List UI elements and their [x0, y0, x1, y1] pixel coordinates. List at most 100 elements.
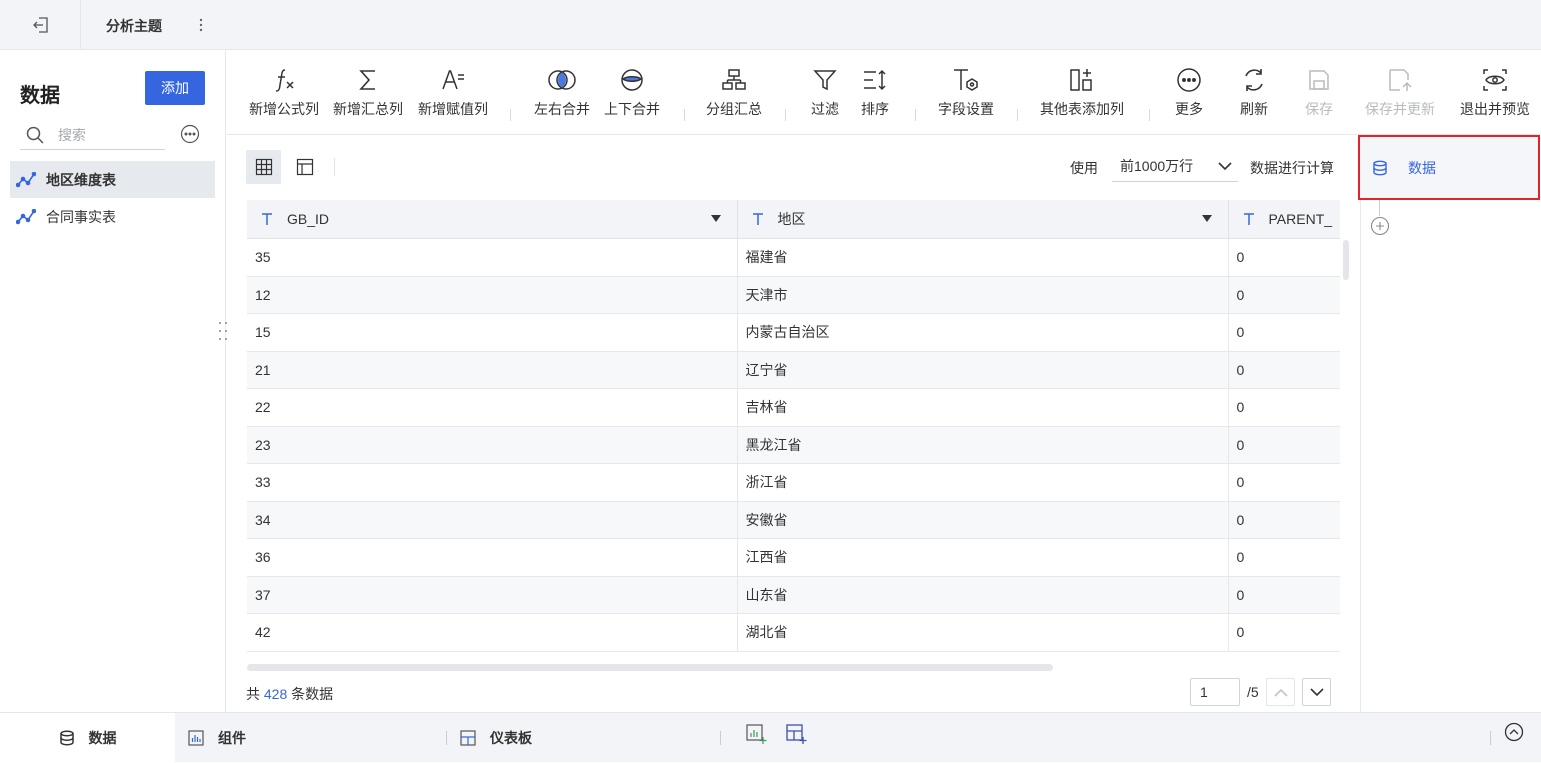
save-and-update-button[interactable]: 保存并更新: [1362, 64, 1438, 126]
add-component-button[interactable]: [744, 722, 768, 746]
layout-view-button[interactable]: [287, 150, 322, 184]
toolbar-separator: [510, 109, 511, 121]
total-count-label: 共 428 条数据: [246, 684, 333, 704]
column-header-region[interactable]: 地区: [737, 200, 1229, 239]
exit-and-preview-button[interactable]: 退出并预览: [1457, 64, 1533, 126]
region-cell: 浙江省: [737, 463, 1229, 502]
top-bottom-merge-button[interactable]: 上下合并: [600, 64, 664, 126]
parent-cell: 0: [1228, 501, 1340, 539]
text-type-icon: [752, 213, 763, 225]
table-row[interactable]: 12 天津市 0: [247, 276, 1340, 314]
save-button[interactable]: 保存: [1297, 64, 1341, 126]
gb-id-cell: 22: [247, 388, 738, 427]
table-row[interactable]: 35 福建省 0: [247, 238, 1340, 277]
parent-cell: 0: [1228, 463, 1340, 502]
next-page-button[interactable]: [1302, 678, 1331, 706]
sidebar-item-region-dimension[interactable]: 地区维度表: [10, 161, 215, 198]
search-input[interactable]: [56, 125, 161, 144]
tab-dashboard[interactable]: 仪表板: [460, 713, 532, 763]
sidebar-resize-handle[interactable]: [217, 320, 229, 342]
data-step-node[interactable]: 数据: [1358, 135, 1540, 200]
toolbar-separator: [1017, 109, 1018, 121]
group-summary-button[interactable]: 分组汇总: [702, 64, 766, 126]
column-name: PARENT_: [1268, 211, 1333, 227]
table-row[interactable]: 37 山东省 0: [247, 576, 1340, 614]
column-header-parent[interactable]: PARENT_: [1228, 200, 1340, 239]
search-icon: [26, 126, 44, 144]
step-connector: [1379, 200, 1380, 216]
prev-page-button[interactable]: [1266, 678, 1295, 706]
add-formula-column-button[interactable]: 新增公式列: [246, 64, 322, 126]
sort-icon: [864, 69, 886, 91]
tab-data[interactable]: 数据: [0, 713, 175, 763]
region-cell: 天津市: [737, 276, 1229, 314]
save-update-icon: [1389, 69, 1412, 91]
gb-id-cell: 12: [247, 276, 738, 314]
add-dashboard-button[interactable]: [784, 722, 808, 746]
tool-label: 保存: [1305, 101, 1333, 117]
horizontal-scrollbar[interactable]: [247, 664, 1053, 671]
assign-icon: [442, 70, 464, 90]
caret-down-icon[interactable]: [710, 215, 721, 222]
chevron-down-icon: [1218, 161, 1232, 170]
refresh-button[interactable]: 刷新: [1232, 64, 1276, 126]
text-type-icon: [1243, 213, 1254, 225]
toolbar: 新增公式列 新增汇总列 新增赋值列 左右合并 上下合并 分组汇总 过滤 排序 字…: [227, 50, 1541, 135]
sidebar-more-button[interactable]: [180, 124, 200, 144]
vertical-scrollbar[interactable]: [1343, 240, 1349, 280]
gb-id-cell: 15: [247, 313, 738, 352]
row-limit-select[interactable]: 前1000万行: [1112, 150, 1238, 182]
table-row[interactable]: 36 江西省 0: [247, 538, 1340, 577]
grid-view-button[interactable]: [246, 150, 281, 184]
stack-merge-icon: [621, 69, 643, 91]
add-summary-column-button[interactable]: 新增汇总列: [330, 64, 406, 126]
table-row[interactable]: 15 内蒙古自治区 0: [247, 313, 1340, 352]
parent-cell: 0: [1228, 276, 1340, 314]
filter-icon: [813, 70, 837, 91]
left-right-merge-button[interactable]: 左右合并: [530, 64, 594, 126]
table-row[interactable]: 23 黑龙江省 0: [247, 426, 1340, 464]
field-settings-button[interactable]: 字段设置: [934, 64, 998, 126]
subject-more-button[interactable]: [195, 14, 207, 36]
table-row[interactable]: 34 安徽省 0: [247, 501, 1340, 539]
tab-separator: [446, 731, 447, 745]
add-assign-column-button[interactable]: 新增赋值列: [415, 64, 491, 126]
total-prefix: 共: [246, 686, 260, 702]
sidebar-item-contract-fact[interactable]: 合同事实表: [10, 198, 215, 235]
table-row[interactable]: 22 吉林省 0: [247, 388, 1340, 427]
sigma-icon: [359, 70, 375, 90]
add-column-from-other-table-button[interactable]: 其他表添加列: [1035, 64, 1129, 126]
tool-label: 排序: [861, 101, 889, 117]
region-cell: 安徽省: [737, 501, 1229, 539]
tool-label: 退出并预览: [1460, 101, 1530, 117]
caret-down-icon[interactable]: [1201, 215, 1212, 222]
dashboard-icon: [460, 730, 476, 746]
add-step-button[interactable]: [1370, 216, 1390, 236]
exit-button[interactable]: [24, 12, 58, 38]
page-number-input[interactable]: [1190, 678, 1240, 706]
table-row[interactable]: 21 辽宁省 0: [247, 351, 1340, 389]
tab-component[interactable]: 组件: [188, 713, 246, 763]
add-data-button[interactable]: 添加: [145, 71, 205, 105]
more-button[interactable]: 更多: [1167, 64, 1211, 126]
region-cell: 黑龙江省: [737, 426, 1229, 464]
page-total: /5: [1247, 684, 1259, 700]
sort-button[interactable]: 排序: [855, 64, 895, 126]
field-settings-icon: [954, 69, 978, 91]
database-icon: [1373, 160, 1387, 175]
table-row[interactable]: 33 浙江省 0: [247, 463, 1340, 502]
more-circle-icon: [180, 124, 200, 144]
grid-icon: [255, 158, 272, 176]
collapse-panel-button[interactable]: [1504, 722, 1526, 744]
tool-label: 过滤: [811, 101, 839, 117]
gb-id-cell: 37: [247, 576, 738, 614]
bottom-tab-bar: 数据 组件 仪表板: [0, 712, 1541, 763]
table-header-row: GB_ID 地区 PARENT_: [247, 200, 1340, 239]
gb-id-cell: 21: [247, 351, 738, 389]
parent-cell: 0: [1228, 351, 1340, 389]
tool-label: 分组汇总: [706, 101, 762, 117]
column-header-gb-id[interactable]: GB_ID: [247, 200, 738, 239]
filter-button[interactable]: 过滤: [805, 64, 845, 126]
table-row[interactable]: 42 湖北省 0: [247, 613, 1340, 652]
tab-label: 数据: [88, 730, 117, 746]
